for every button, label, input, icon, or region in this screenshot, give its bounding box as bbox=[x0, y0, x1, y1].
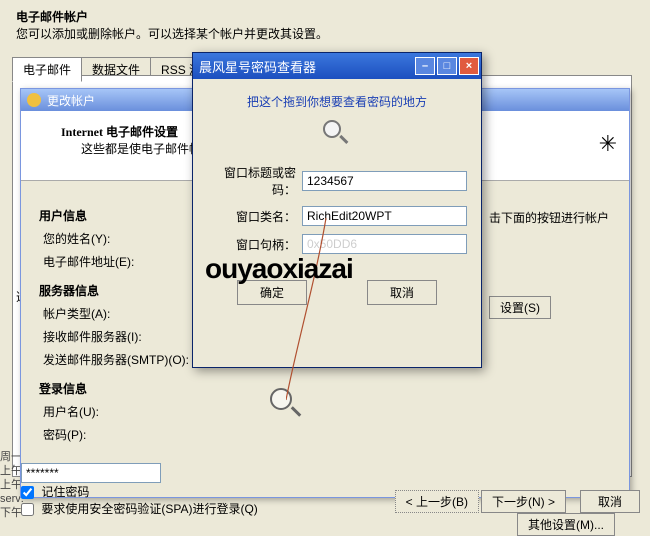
pv-title-text: 晨风星号密码查看器 bbox=[199, 57, 316, 76]
minimize-button[interactable]: – bbox=[415, 57, 435, 75]
password-row bbox=[21, 463, 629, 483]
pv-ok-button[interactable]: 确定 bbox=[237, 280, 307, 305]
wizard-cancel-button[interactable]: 取消 bbox=[580, 490, 640, 513]
spa-checkbox[interactable] bbox=[21, 503, 34, 516]
label-password: 密码(P): bbox=[43, 426, 249, 443]
account-icon bbox=[27, 93, 41, 107]
wizard-buttons: < 上一步(B) 下一步(N) > 取消 bbox=[395, 490, 640, 513]
settings-right-column: 击下面的按钮进行帐户 设置(S) bbox=[489, 209, 629, 319]
accounts-title: 电子邮件帐户 bbox=[16, 8, 616, 25]
spa-label: 要求使用安全密码验证(SPA)进行登录(Q) bbox=[41, 502, 257, 516]
next-button[interactable]: 下一步(N) > bbox=[481, 490, 566, 513]
pv-cancel-button[interactable]: 取消 bbox=[367, 280, 437, 305]
pv-label-class: 窗口类名： bbox=[207, 208, 302, 225]
password-input[interactable] bbox=[21, 463, 161, 483]
modify-head-desc: 这些都是使电子邮件帐 bbox=[81, 142, 201, 156]
label-username: 用户名(U): bbox=[43, 403, 249, 420]
magnifier-drag-icon[interactable] bbox=[323, 120, 351, 148]
cursor-icon: ✳ bbox=[599, 131, 617, 157]
test-settings-button[interactable]: 设置(S) bbox=[489, 296, 551, 319]
pv-password-output[interactable] bbox=[302, 171, 467, 191]
prev-button[interactable]: < 上一步(B) bbox=[395, 490, 479, 513]
more-settings-button[interactable]: 其他设置(M)... bbox=[517, 513, 615, 536]
password-viewer-window: 晨风星号密码查看器 – □ × 把这个拖到你想要查看密码的地方 窗口标题或密码：… bbox=[192, 52, 482, 368]
modify-title-text: 更改帐户 bbox=[47, 92, 95, 109]
modify-head-title: Internet 电子邮件设置 bbox=[61, 125, 178, 139]
accounts-header: 电子邮件帐户 您可以添加或删除帐户。可以选择某个帐户并更改其设置。 bbox=[6, 4, 626, 50]
accounts-desc: 您可以添加或删除帐户。可以选择某个帐户并更改其设置。 bbox=[16, 25, 616, 42]
tab-email[interactable]: 电子邮件 bbox=[12, 57, 82, 82]
test-instructions: 击下面的按钮进行帐户 bbox=[489, 209, 629, 226]
pv-label-password: 窗口标题或密码： bbox=[207, 164, 302, 198]
password-viewer-titlebar[interactable]: 晨风星号密码查看器 – □ × bbox=[193, 53, 481, 79]
pv-class-output[interactable] bbox=[302, 206, 467, 226]
maximize-button[interactable]: □ bbox=[437, 57, 457, 75]
remember-password-checkbox[interactable] bbox=[21, 486, 34, 499]
pv-label-handle: 窗口句柄： bbox=[207, 236, 302, 253]
pv-handle-output[interactable] bbox=[302, 234, 467, 254]
close-button[interactable]: × bbox=[459, 57, 479, 75]
section-login-info: 登录信息 bbox=[39, 380, 249, 397]
remember-password-label: 记住密码 bbox=[41, 485, 89, 499]
pv-instructions: 把这个拖到你想要查看密码的地方 bbox=[207, 93, 467, 110]
